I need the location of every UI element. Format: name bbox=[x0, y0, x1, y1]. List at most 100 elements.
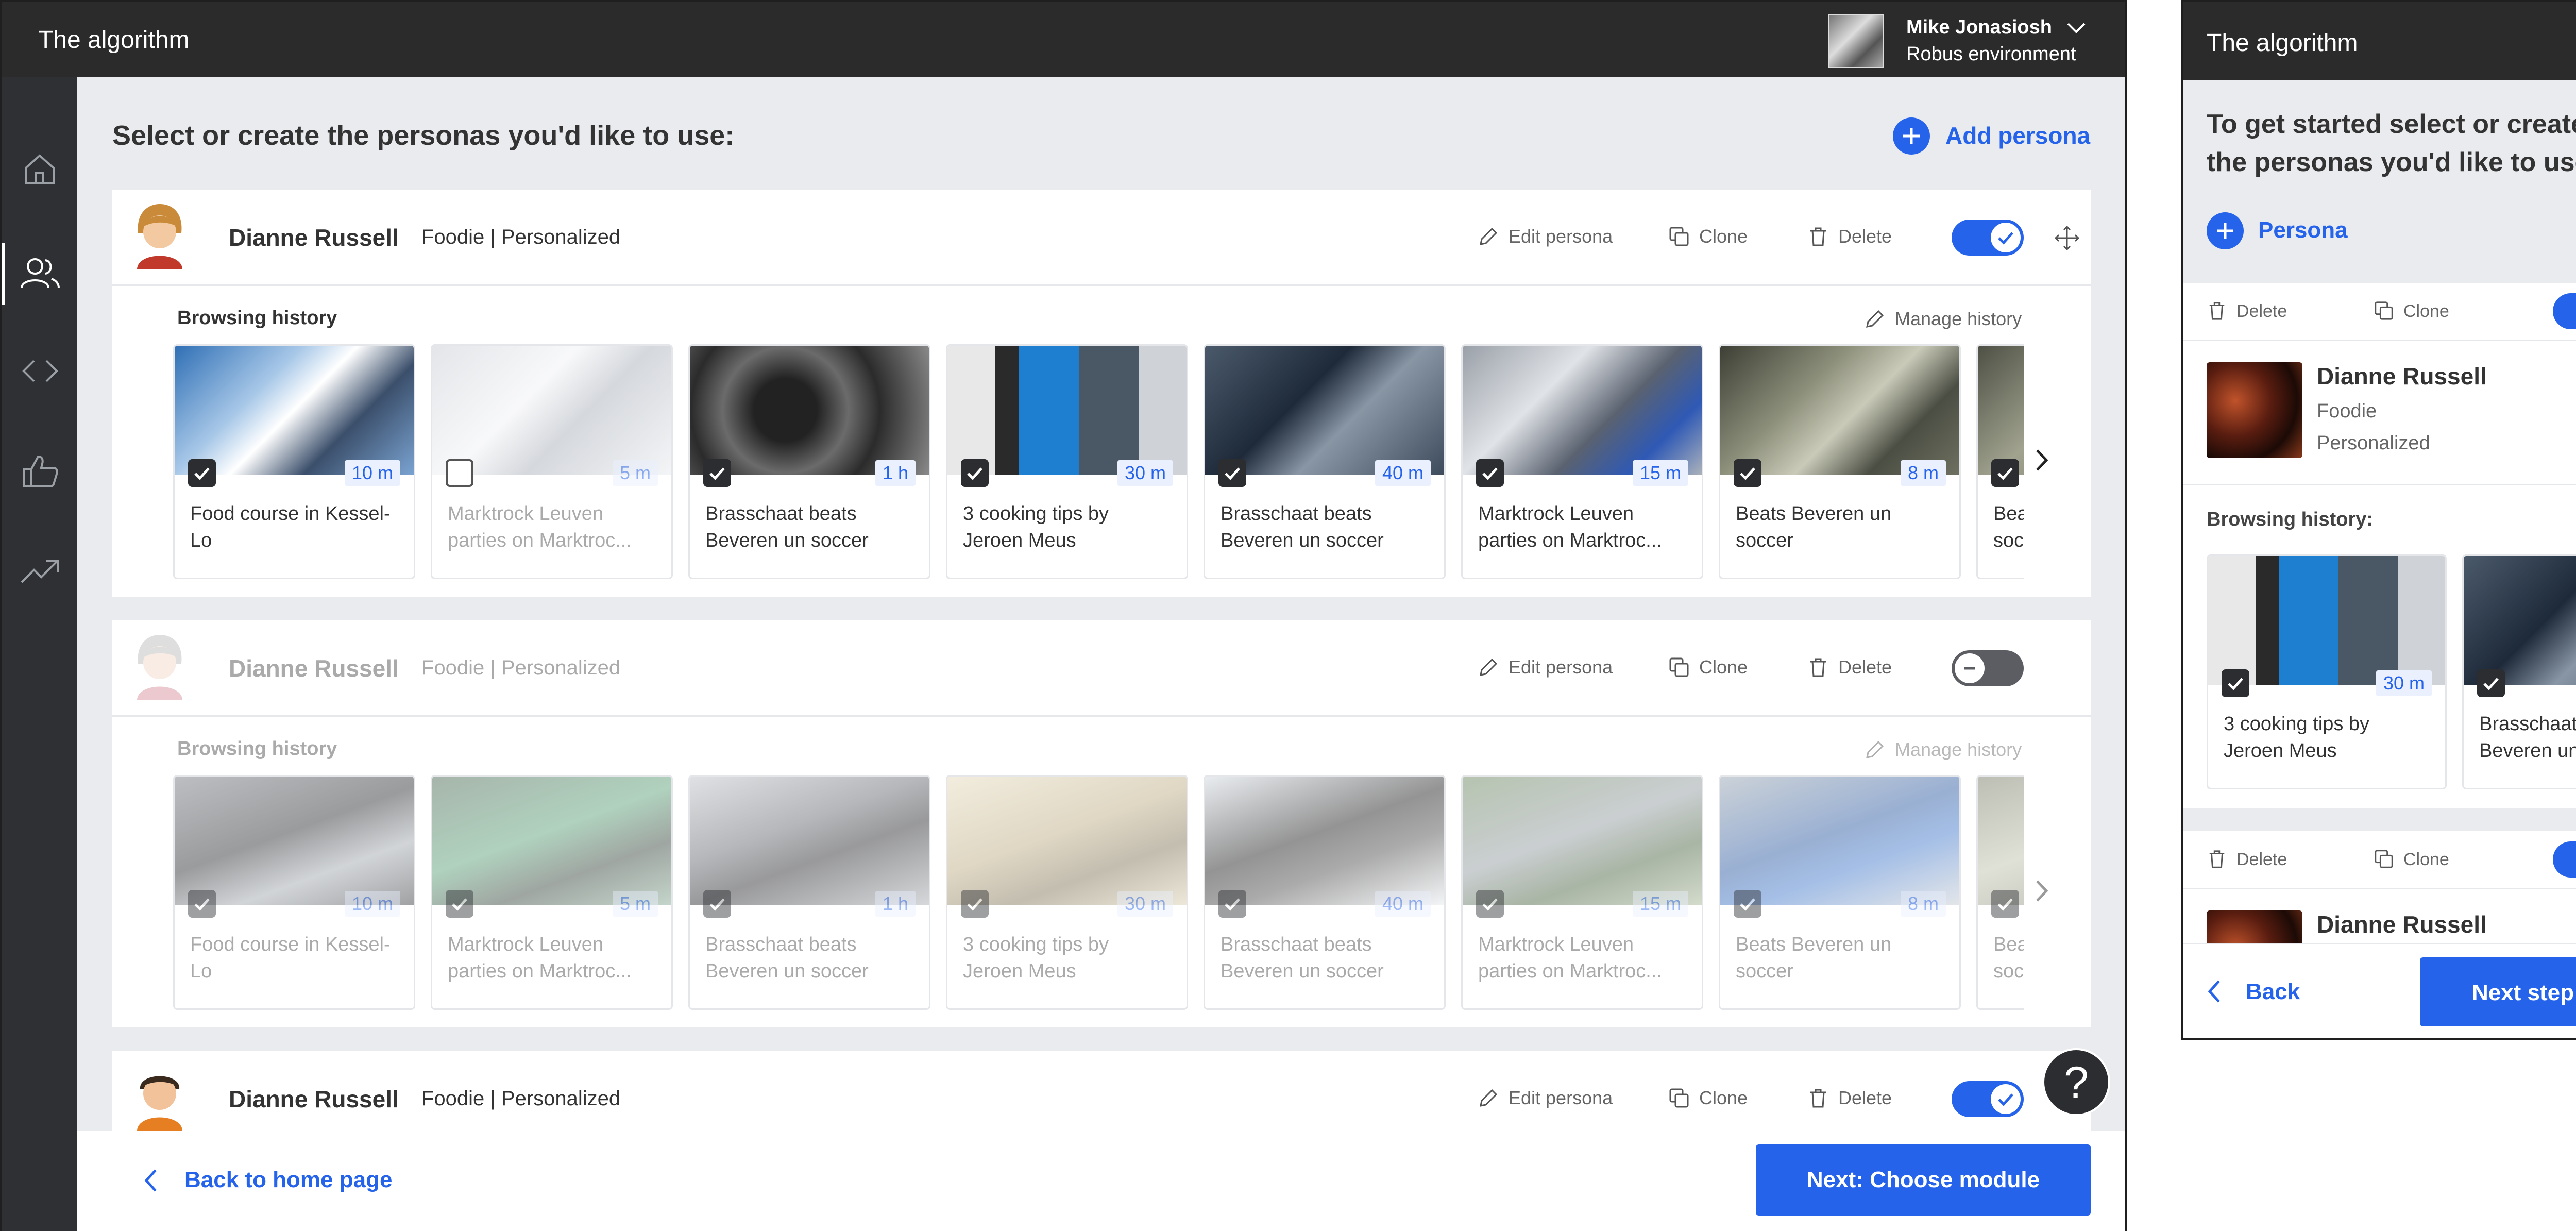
help-button[interactable]: ? bbox=[2042, 1048, 2110, 1116]
duration-badge: 10 m bbox=[344, 891, 400, 917]
mobile-clone-button[interactable]: Clone bbox=[2374, 847, 2477, 872]
persona-tags: Foodie | Personalized bbox=[421, 1087, 621, 1110]
history-caption: Brasschaat beats Beveren un soccer bbox=[2479, 713, 2576, 762]
chevron-down-icon[interactable] bbox=[2066, 21, 2087, 36]
history-item[interactable]: 5 m Marktrock Leuven parties on Marktroc… bbox=[431, 775, 673, 1010]
history-item[interactable]: 15 m Marktrock Leuven parties on Marktro… bbox=[1461, 344, 1703, 579]
history-caption: Brasschaat beats Beveren un soccer bbox=[1221, 503, 1384, 551]
history-item[interactable]: 30 m 3 cooking tips by Jeroen Meus bbox=[946, 344, 1188, 579]
mobile-clone-label: Clone bbox=[2403, 301, 2449, 321]
carousel-next-button[interactable] bbox=[2024, 775, 2059, 1010]
history-item[interactable]: 4 Brasschaat beats Beveren un soccer bbox=[2462, 554, 2576, 789]
history-item[interactable]: 15 m Marktrock Leuven parties on Marktro… bbox=[1461, 775, 1703, 1010]
history-checkbox[interactable] bbox=[446, 890, 473, 918]
mobile-back-button[interactable]: Back bbox=[2207, 974, 2320, 1010]
toggle-knob bbox=[1955, 653, 1985, 683]
user-name[interactable]: Mike Jonasiosh bbox=[1906, 16, 2052, 39]
mobile-delete-label: Delete bbox=[2236, 301, 2287, 321]
history-caption: Brasschaat beats Beveren un soccer bbox=[705, 503, 869, 551]
mobile-next-step-button[interactable]: Next step bbox=[2420, 957, 2576, 1026]
history-checkbox[interactable] bbox=[961, 459, 989, 487]
section-divider bbox=[2183, 888, 2576, 889]
delete-button[interactable]: Delete bbox=[1807, 654, 1905, 680]
history-item[interactable]: 8 m Beats Beveren un soccer bbox=[1719, 775, 1961, 1010]
clone-button[interactable]: Clone bbox=[1668, 654, 1756, 680]
drag-handle-icon[interactable] bbox=[2055, 226, 2079, 250]
mobile-clone-button[interactable]: Clone bbox=[2374, 298, 2477, 324]
persona-toggle[interactable] bbox=[1952, 220, 2024, 256]
code-icon[interactable] bbox=[21, 356, 60, 386]
history-item[interactable]: 40 m Brasschaat beats Beveren un soccer bbox=[1204, 344, 1446, 579]
thumbnail-image bbox=[1463, 346, 1702, 475]
history-checkbox[interactable] bbox=[446, 459, 473, 487]
history-item[interactable]: 40 m Brasschaat beats Beveren un soccer bbox=[1204, 775, 1446, 1010]
delete-button[interactable]: Delete bbox=[1807, 224, 1905, 249]
delete-label: Delete bbox=[1838, 656, 1892, 678]
chevron-left-icon bbox=[2207, 979, 2222, 1004]
users-icon[interactable] bbox=[20, 255, 61, 291]
mobile-delete-button[interactable]: Delete bbox=[2207, 298, 2310, 324]
thumbnail-image bbox=[690, 346, 929, 475]
app-title: The algorithm bbox=[38, 26, 190, 54]
clone-button[interactable]: Clone bbox=[1668, 224, 1756, 249]
edit-persona-button[interactable]: Edit persona bbox=[1478, 654, 1622, 680]
history-checkbox[interactable] bbox=[2477, 669, 2505, 697]
history-checkbox[interactable] bbox=[1734, 890, 1761, 918]
duration-badge: 30 m bbox=[1117, 460, 1173, 486]
history-checkbox[interactable] bbox=[1218, 459, 1246, 487]
manage-history-button[interactable]: Manage history bbox=[1864, 306, 2039, 332]
trash-icon bbox=[1807, 1087, 1829, 1109]
history-checkbox[interactable] bbox=[188, 890, 216, 918]
history-item[interactable]: 10 m Food course in Kessel-Lo bbox=[173, 344, 415, 579]
history-item[interactable]: 30 m 3 cooking tips by Jeroen Meus bbox=[2207, 554, 2447, 789]
history-checkbox[interactable] bbox=[961, 890, 989, 918]
history-checkbox[interactable] bbox=[2222, 669, 2249, 697]
history-item[interactable]: 30 m 3 cooking tips by Jeroen Meus bbox=[946, 775, 1188, 1010]
carousel-next-button[interactable] bbox=[2024, 344, 2059, 579]
history-item[interactable]: 8 m Beats Beveren un soccer bbox=[1719, 344, 1961, 579]
thumbs-up-icon[interactable] bbox=[21, 453, 60, 490]
next-choose-module-button[interactable]: Next: Choose module bbox=[1756, 1144, 2091, 1216]
mobile-add-persona-button[interactable]: Persona bbox=[2207, 211, 2382, 250]
mobile-delete-button[interactable]: Delete bbox=[2207, 847, 2310, 872]
delete-button[interactable]: Delete bbox=[1807, 1085, 1905, 1111]
mobile-persona-card: Delete Clone Dianne Russell bbox=[2183, 831, 2576, 1006]
mobile-persona-toggle[interactable] bbox=[2553, 841, 2576, 878]
clone-button[interactable]: Clone bbox=[1668, 1085, 1756, 1111]
clone-label: Clone bbox=[1699, 226, 1748, 247]
history-checkbox[interactable] bbox=[703, 459, 731, 487]
section-divider bbox=[112, 715, 2091, 717]
edit-persona-button[interactable]: Edit persona bbox=[1478, 1085, 1622, 1111]
history-checkbox[interactable] bbox=[703, 890, 731, 918]
persona-toggle[interactable] bbox=[1952, 650, 2024, 686]
history-item[interactable]: 1 h Brasschaat beats Beveren un soccer bbox=[688, 775, 930, 1010]
page-heading: Select or create the personas you'd like… bbox=[112, 120, 735, 151]
history-checkbox[interactable] bbox=[1991, 459, 2019, 487]
history-item[interactable]: 5 m Marktrock Leuven parties on Marktroc… bbox=[431, 344, 673, 579]
history-item[interactable]: 10 m Food course in Kessel-Lo bbox=[173, 775, 415, 1010]
persona-tags: Foodie | Personalized bbox=[421, 226, 621, 248]
user-avatar[interactable] bbox=[1828, 14, 1884, 68]
back-to-home-link[interactable]: Back to home page bbox=[143, 1163, 432, 1199]
edit-persona-button[interactable]: Edit persona bbox=[1478, 224, 1622, 249]
history-item[interactable]: 1 h Brasschaat beats Beveren un soccer bbox=[688, 344, 930, 579]
history-checkbox[interactable] bbox=[188, 459, 216, 487]
history-checkbox[interactable] bbox=[1734, 459, 1761, 487]
history-checkbox[interactable] bbox=[1476, 890, 1504, 918]
thumbnail-image bbox=[947, 346, 1187, 475]
manage-history-button[interactable]: Manage history bbox=[1864, 737, 2039, 763]
add-persona-button[interactable]: Add persona bbox=[1893, 116, 2130, 156]
persona-tags: Foodie | Personalized bbox=[421, 656, 621, 679]
history-checkbox[interactable] bbox=[1991, 890, 2019, 918]
trending-icon[interactable] bbox=[20, 557, 61, 585]
mobile-add-persona-label: Persona bbox=[2258, 217, 2348, 243]
persona-toggle[interactable] bbox=[1952, 1081, 2024, 1117]
edit-persona-label: Edit persona bbox=[1509, 226, 1613, 247]
history-checkbox[interactable] bbox=[1218, 890, 1246, 918]
home-icon[interactable] bbox=[22, 151, 58, 188]
mobile-persona-tag: Personalized bbox=[2317, 432, 2430, 454]
mobile-persona-toggle[interactable] bbox=[2553, 293, 2576, 329]
copy-icon bbox=[1668, 226, 1690, 247]
history-checkbox[interactable] bbox=[1476, 459, 1504, 487]
pencil-icon bbox=[1478, 1087, 1499, 1109]
